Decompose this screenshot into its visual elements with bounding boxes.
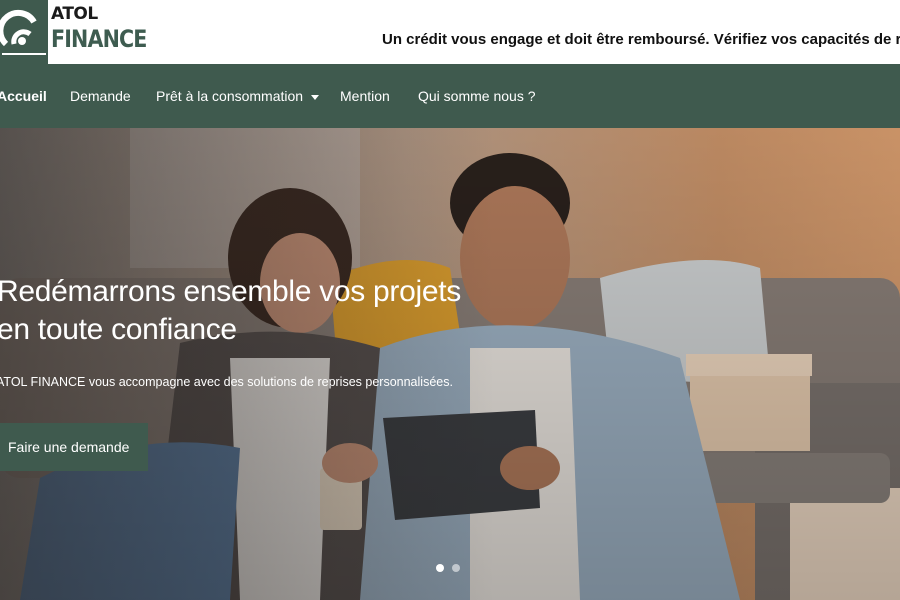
nav-item-demande[interactable]: Demande xyxy=(70,64,131,128)
nav-item-qui-somme-nous[interactable]: Qui somme nous ? xyxy=(418,64,536,128)
nav-item-pret-consommation[interactable]: Prêt à la consommation xyxy=(156,64,320,128)
nav-item-accueil[interactable]: Accueil xyxy=(0,64,47,128)
nav-item-mention[interactable]: Mention xyxy=(340,64,390,128)
logo-mark-icon xyxy=(0,0,48,64)
hero-title: Redémarrons ensemble vos projets en tout… xyxy=(0,275,461,346)
logo-text-line1: ATOL xyxy=(51,4,98,24)
slide-dot-1[interactable] xyxy=(436,564,444,572)
hero-photo xyxy=(0,128,900,600)
caret-down-icon xyxy=(311,94,320,100)
top-bar: ATOL FINANCE Un crédit vous engage et do… xyxy=(0,0,900,64)
slider-pagination xyxy=(436,564,460,572)
request-button[interactable]: Faire une demande xyxy=(0,423,148,471)
logo-wordmark: ATOL FINANCE xyxy=(51,4,162,53)
slide-dot-2[interactable] xyxy=(452,564,460,572)
nav-item-pret-label: Prêt à la consommation xyxy=(156,88,304,104)
main-navigation: Accueil Demande Prêt à la consommation M… xyxy=(0,64,900,128)
logo-text-line2: FINANCE xyxy=(51,25,147,53)
legal-notice: Un crédit vous engage et doit être rembo… xyxy=(382,31,900,48)
hero-slider: Redémarrons ensemble vos projets en tout… xyxy=(0,128,900,600)
hero-subtitle: ATOL FINANCE vous accompagne avec des so… xyxy=(0,375,453,389)
